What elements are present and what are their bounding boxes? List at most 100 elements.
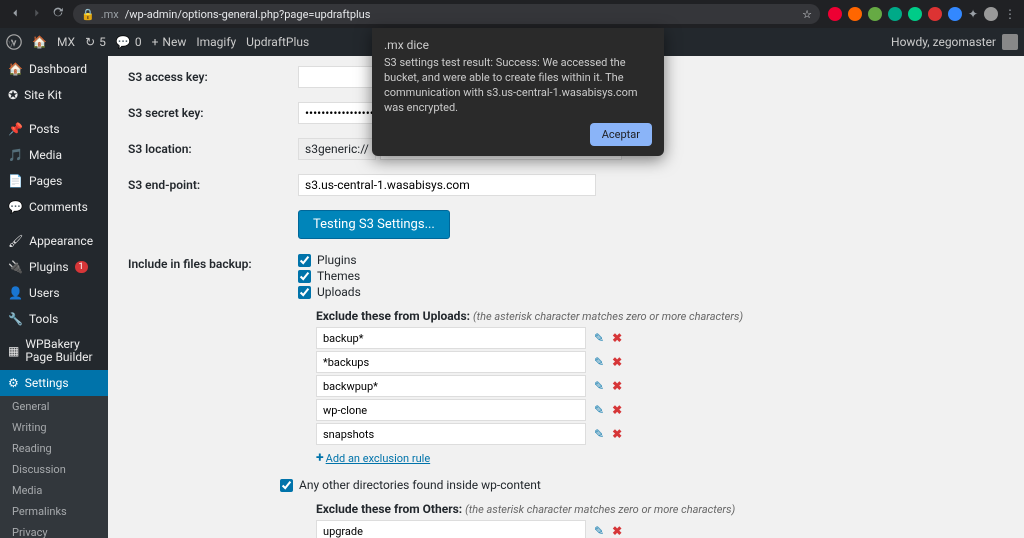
- checkbox[interactable]: [280, 479, 293, 492]
- add-exclusion-rule[interactable]: +Add an exclusion rule: [316, 450, 430, 466]
- ext-icon[interactable]: [908, 7, 922, 21]
- delete-icon[interactable]: ✖: [612, 524, 622, 538]
- checkbox[interactable]: [298, 270, 311, 283]
- cb-themes[interactable]: Themes: [298, 269, 1004, 283]
- ext-icon[interactable]: [888, 7, 902, 21]
- pencil-icon[interactable]: ✎: [594, 355, 604, 369]
- back-icon[interactable]: [8, 6, 22, 23]
- wpb-icon: ▦: [8, 345, 19, 358]
- cb-uploads[interactable]: Uploads: [298, 285, 1004, 299]
- sub-writing[interactable]: Writing: [0, 417, 108, 438]
- sidebar-item-pages[interactable]: 📄Pages: [0, 168, 108, 194]
- sidebar-item-users[interactable]: 👤Users: [0, 280, 108, 306]
- sub-privacy[interactable]: Privacy: [0, 522, 108, 538]
- sidebar-item-posts[interactable]: 📌Posts: [0, 116, 108, 142]
- sub-general[interactable]: General: [0, 396, 108, 417]
- update-badge: 1: [75, 261, 88, 273]
- comments-link[interactable]: 💬 0: [116, 35, 142, 49]
- ext-icon[interactable]: [928, 7, 942, 21]
- tools-icon: 🔧: [8, 312, 23, 326]
- delete-icon[interactable]: ✖: [612, 379, 622, 393]
- menu-icon[interactable]: ⋮: [1004, 7, 1016, 21]
- sub-discussion[interactable]: Discussion: [0, 459, 108, 480]
- exclude-row: ✎✖: [316, 351, 1004, 373]
- plus-icon: +: [316, 450, 324, 466]
- label-include: Include in files backup:: [128, 253, 298, 538]
- imagify-link[interactable]: Imagify: [196, 35, 236, 49]
- updraft-link[interactable]: UpdraftPlus: [246, 35, 309, 49]
- sidebar-item-tools[interactable]: 🔧Tools: [0, 306, 108, 332]
- exclude-input[interactable]: [316, 423, 586, 445]
- admin-sidebar: 🏠Dashboard ✪Site Kit 📌Posts 🎵Media 📄Page…: [0, 56, 108, 538]
- sidebar-item-comments[interactable]: 💬Comments: [0, 194, 108, 220]
- ext-icon[interactable]: [948, 7, 962, 21]
- exclude-row: ✎✖: [316, 375, 1004, 397]
- exclude-input[interactable]: [316, 399, 586, 421]
- ext-icon[interactable]: [868, 7, 882, 21]
- delete-icon[interactable]: ✖: [612, 355, 622, 369]
- sub-permalinks[interactable]: Permalinks: [0, 501, 108, 522]
- sidebar-item-sitekit[interactable]: ✪Site Kit: [0, 82, 108, 108]
- sidebar-item-appearance[interactable]: 🖌Appearance: [0, 228, 108, 254]
- star-icon[interactable]: ☆: [802, 8, 812, 21]
- exclude-input[interactable]: [316, 520, 586, 538]
- ext-icon[interactable]: [828, 7, 842, 21]
- pencil-icon[interactable]: ✎: [594, 403, 604, 417]
- cb-plugins[interactable]: Plugins: [298, 253, 1004, 267]
- pencil-icon[interactable]: ✎: [594, 524, 604, 538]
- s3-prefix: s3generic://: [298, 138, 376, 160]
- exclude-row: ✎✖: [316, 423, 1004, 445]
- updates-link[interactable]: ↻ 5: [85, 35, 106, 49]
- checkbox[interactable]: [298, 254, 311, 267]
- plugin-icon: 🔌: [8, 260, 23, 274]
- sub-reading[interactable]: Reading: [0, 438, 108, 459]
- js-alert: .mx dice S3 settings test result: Succes…: [372, 28, 664, 156]
- url-host: .mx: [101, 8, 119, 21]
- url-bar[interactable]: 🔒 .mx/wp-admin/options-general.php?page=…: [73, 4, 820, 24]
- howdy[interactable]: Howdy, zegomaster: [891, 35, 996, 49]
- alert-title: .mx dice: [384, 38, 652, 52]
- forward-icon[interactable]: [30, 6, 44, 23]
- wp-logo-icon[interactable]: [6, 34, 22, 50]
- checkbox[interactable]: [298, 286, 311, 299]
- label-location: S3 location:: [128, 138, 298, 160]
- exclude-input[interactable]: [316, 375, 586, 397]
- delete-icon[interactable]: ✖: [612, 331, 622, 345]
- media-icon: 🎵: [8, 148, 23, 162]
- sidebar-item-plugins[interactable]: 🔌Plugins1: [0, 254, 108, 280]
- sidebar-item-media[interactable]: 🎵Media: [0, 142, 108, 168]
- pencil-icon[interactable]: ✎: [594, 331, 604, 345]
- home-icon[interactable]: 🏠: [32, 35, 47, 49]
- s3-endpoint-input[interactable]: [298, 174, 596, 196]
- site-name[interactable]: MX: [57, 35, 75, 49]
- profile-icon[interactable]: [984, 7, 998, 21]
- brush-icon: 🖌: [8, 234, 23, 248]
- exclude-input[interactable]: [316, 327, 586, 349]
- delete-icon[interactable]: ✖: [612, 403, 622, 417]
- test-s3-button[interactable]: Testing S3 Settings...: [298, 210, 450, 239]
- new-link[interactable]: + New: [152, 35, 187, 49]
- sitekit-icon: ✪: [8, 88, 18, 102]
- sidebar-item-settings[interactable]: ⚙Settings: [0, 370, 108, 396]
- sidebar-item-wpbakery[interactable]: ▦WPBakery Page Builder: [0, 332, 108, 370]
- avatar[interactable]: [1002, 34, 1018, 50]
- exclude-input[interactable]: [316, 351, 586, 373]
- pencil-icon[interactable]: ✎: [594, 427, 604, 441]
- puzzle-icon[interactable]: ✦: [968, 7, 978, 21]
- exclude-row: ✎✖: [316, 520, 1004, 538]
- gear-icon: ⚙: [8, 376, 19, 390]
- exclude-row: ✎✖: [316, 399, 1004, 421]
- settings-submenu: General Writing Reading Discussion Media…: [0, 396, 108, 538]
- alert-body: S3 settings test result: Success: We acc…: [384, 56, 652, 115]
- delete-icon[interactable]: ✖: [612, 427, 622, 441]
- cb-anyother[interactable]: Any other directories found inside wp-co…: [280, 478, 1004, 492]
- alert-ok-button[interactable]: Aceptar: [590, 123, 652, 146]
- ext-icon[interactable]: [848, 7, 862, 21]
- label-access-key: S3 access key:: [128, 66, 298, 88]
- pages-icon: 📄: [8, 174, 23, 188]
- pencil-icon[interactable]: ✎: [594, 379, 604, 393]
- reload-icon[interactable]: [52, 6, 65, 22]
- exclude-row: ✎✖: [316, 327, 1004, 349]
- sidebar-item-dashboard[interactable]: 🏠Dashboard: [0, 56, 108, 82]
- sub-media[interactable]: Media: [0, 480, 108, 501]
